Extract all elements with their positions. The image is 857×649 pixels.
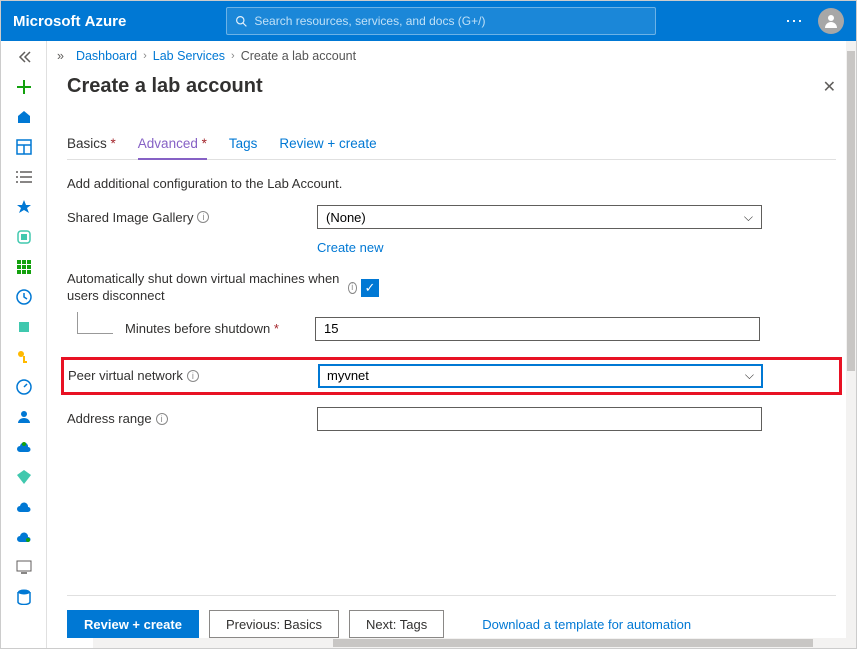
search-input[interactable]: Search resources, services, and docs (G+…	[226, 7, 656, 35]
brand[interactable]: Microsoft Azure	[13, 13, 126, 30]
breadcrumb-labservices[interactable]: Lab Services	[153, 49, 225, 63]
shared-gallery-label: Shared Image Gallery i	[67, 210, 317, 225]
tab-tags[interactable]: Tags	[229, 130, 258, 159]
tab-advanced[interactable]: Advanced *	[138, 130, 207, 159]
chevron-right-icon: ›	[231, 50, 235, 62]
rail-star-icon[interactable]	[14, 197, 34, 217]
rail-diamond-icon[interactable]	[14, 467, 34, 487]
left-rail	[1, 41, 47, 648]
scrollbar-thumb[interactable]	[333, 639, 813, 647]
auto-shutdown-checkbox[interactable]: ✓	[361, 279, 379, 297]
tab-review[interactable]: Review + create	[279, 130, 376, 159]
more-icon[interactable]: ⋯	[785, 11, 804, 32]
branch-icon	[77, 312, 113, 334]
field-shared-gallery: Shared Image Gallery i (None) ⌵	[67, 205, 836, 229]
shared-gallery-select[interactable]: (None) ⌵	[317, 205, 762, 229]
brand-text-b: Azure	[85, 13, 127, 30]
peer-vnet-select[interactable]: myvnet ⌵	[318, 364, 763, 388]
header-right: ⋯	[785, 8, 844, 34]
peer-vnet-label: Peer virtual network i	[68, 368, 318, 383]
rail-cloud2-icon[interactable]	[14, 497, 34, 517]
content: Basics * Advanced * Tags Review + create…	[47, 108, 856, 441]
info-icon[interactable]: i	[156, 413, 168, 425]
rail-cloud3-icon[interactable]	[14, 527, 34, 547]
field-peer-vnet: Peer virtual network i myvnet ⌵	[68, 364, 835, 388]
rail-dashboard-icon[interactable]	[14, 137, 34, 157]
main: » Dashboard › Lab Services › Create a la…	[47, 41, 856, 648]
rail-sql-icon[interactable]	[14, 587, 34, 607]
next-button[interactable]: Next: Tags	[349, 610, 444, 638]
search-icon	[235, 15, 248, 28]
tab-description: Add additional configuration to the Lab …	[67, 176, 836, 191]
info-icon[interactable]: i	[187, 370, 199, 382]
tabs: Basics * Advanced * Tags Review + create	[67, 130, 836, 160]
chevron-down-icon: ⌵	[745, 368, 754, 383]
rail-clock-icon[interactable]	[14, 287, 34, 307]
breadcrumb: » Dashboard › Lab Services › Create a la…	[47, 41, 856, 71]
breadcrumb-current: Create a lab account	[241, 49, 356, 63]
rail-monitor-icon[interactable]	[14, 557, 34, 577]
rail-user-icon[interactable]	[14, 407, 34, 427]
chevron-right-icon: ›	[143, 50, 147, 62]
horizontal-scrollbar[interactable]	[93, 638, 856, 648]
rail-home-icon[interactable]	[14, 107, 34, 127]
info-icon[interactable]: i	[348, 282, 357, 294]
footer: Review + create Previous: Basics Next: T…	[67, 595, 836, 638]
close-icon[interactable]: ✕	[823, 77, 836, 97]
minutes-input[interactable]	[315, 317, 760, 341]
field-minutes: Minutes before shutdown *	[67, 317, 836, 341]
field-auto-shutdown: Automatically shut down virtual machines…	[67, 271, 836, 305]
rail-grid-icon[interactable]	[14, 257, 34, 277]
field-address-range: Address range i	[67, 407, 836, 431]
rail-resource-icon[interactable]	[14, 227, 34, 247]
breadcrumb-toggle-icon[interactable]: »	[57, 49, 64, 63]
create-new-link[interactable]: Create new	[317, 240, 383, 255]
scrollbar-thumb[interactable]	[847, 51, 855, 371]
page-title: Create a lab account	[67, 75, 263, 98]
rail-collapse-icon[interactable]	[14, 47, 34, 67]
address-range-label: Address range i	[67, 411, 317, 426]
rail-cloud1-icon[interactable]	[14, 437, 34, 457]
vertical-scrollbar[interactable]	[846, 41, 856, 648]
rail-gauge-icon[interactable]	[14, 377, 34, 397]
review-create-button[interactable]: Review + create	[67, 610, 199, 638]
search-placeholder: Search resources, services, and docs (G+…	[254, 14, 485, 28]
brand-text-a: Microsoft	[13, 13, 85, 30]
avatar[interactable]	[818, 8, 844, 34]
address-range-input[interactable]	[317, 407, 762, 431]
previous-button[interactable]: Previous: Basics	[209, 610, 339, 638]
peer-vnet-value: myvnet	[327, 368, 369, 383]
shared-gallery-value: (None)	[326, 210, 366, 225]
rail-list-icon[interactable]	[14, 167, 34, 187]
minutes-label: Minutes before shutdown *	[125, 321, 315, 336]
search-wrap: Search resources, services, and docs (G+…	[226, 7, 656, 35]
info-icon[interactable]: i	[197, 211, 209, 223]
auto-shutdown-label: Automatically shut down virtual machines…	[67, 271, 357, 305]
rail-add-icon[interactable]	[14, 77, 34, 97]
tab-basics[interactable]: Basics *	[67, 130, 116, 159]
rail-key-icon[interactable]	[14, 347, 34, 367]
shell: » Dashboard › Lab Services › Create a la…	[1, 41, 856, 648]
top-header: Microsoft Azure Search resources, servic…	[1, 1, 856, 41]
create-new-row: Create new	[317, 239, 836, 257]
chevron-down-icon: ⌵	[744, 210, 753, 225]
rail-service1-icon[interactable]	[14, 317, 34, 337]
highlight-peer-vnet: Peer virtual network i myvnet ⌵	[61, 357, 842, 395]
page-header: Create a lab account ✕	[47, 71, 856, 108]
download-template-link[interactable]: Download a template for automation	[482, 617, 691, 632]
breadcrumb-dashboard[interactable]: Dashboard	[76, 49, 137, 63]
